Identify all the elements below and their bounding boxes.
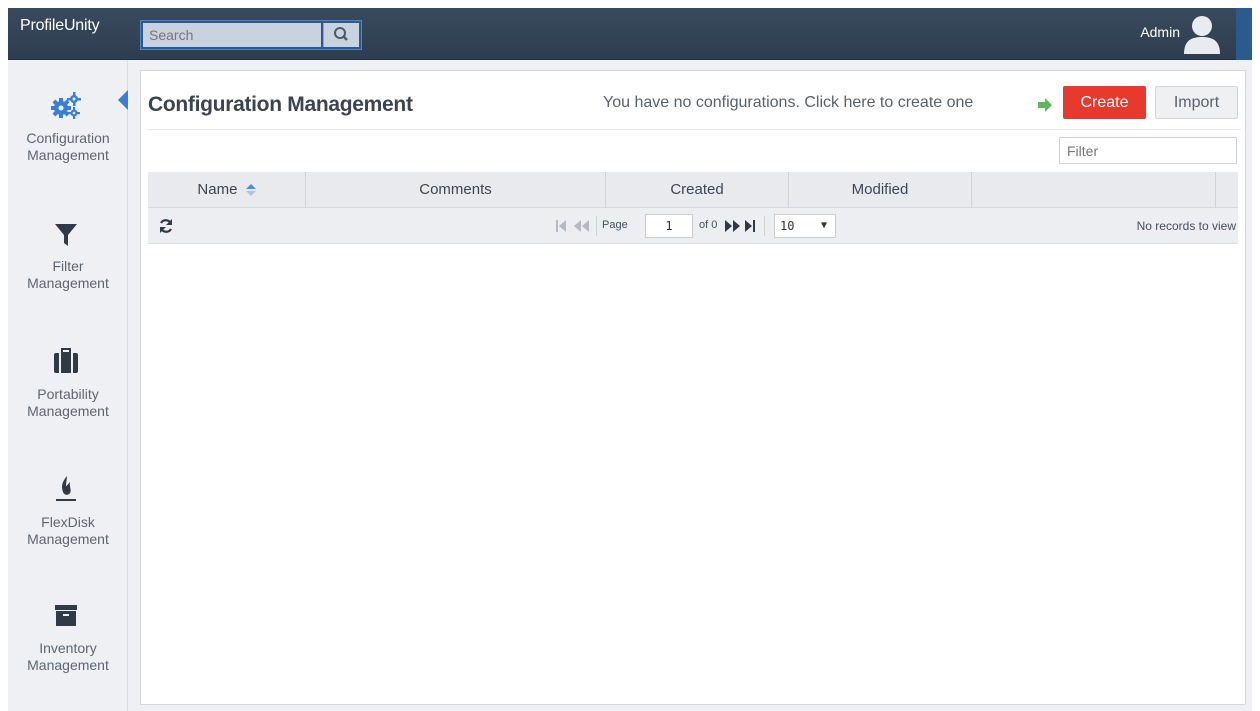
rows-per-page-select[interactable]: 10 ▼: [774, 214, 836, 238]
search-button[interactable]: [323, 23, 359, 47]
sidebar-item-inventory[interactable]: Inventory Management: [8, 594, 128, 704]
sidebar-item-label: FlexDisk: [41, 514, 95, 530]
sidebar-item-label: Management: [27, 147, 109, 163]
suitcase-icon: [54, 348, 78, 373]
top-bar: ProfileUnity Admin: [8, 8, 1252, 60]
sidebar-item-filter[interactable]: Filter Management: [8, 212, 128, 322]
brand-logo[interactable]: ProfileUnity: [8, 8, 128, 46]
create-hint-link[interactable]: You have no configurations. Click here t…: [603, 94, 973, 112]
divider: [147, 129, 1241, 130]
previous-page-icon[interactable]: [573, 219, 591, 233]
filter-icon: [55, 224, 77, 246]
sidebar-item-label: Filter: [52, 258, 84, 274]
top-bar-edge: [1236, 8, 1252, 60]
dropdown-caret-icon: ▼: [820, 220, 827, 231]
records-status: No records to view: [1136, 219, 1236, 233]
sidebar-item-label: Management: [27, 531, 109, 547]
grid-pager: Page of 0 10 ▼ No records to view: [148, 208, 1238, 244]
search-box: [140, 20, 362, 50]
sidebar-item-label: Management: [27, 403, 109, 419]
page-number-input[interactable]: [645, 214, 693, 238]
page-title: Configuration Management: [148, 93, 413, 116]
sidebar-item-flexdisk[interactable]: FlexDisk Management: [8, 468, 128, 578]
main-panel: Configuration Management You have no con…: [140, 70, 1246, 705]
pager-separator: [764, 216, 765, 236]
sidebar-item-label: Inventory: [39, 640, 97, 656]
refresh-icon[interactable]: [158, 218, 174, 234]
app-frame: ProfileUnity Admin: [8, 8, 1252, 711]
sidebar-item-label: Management: [27, 657, 109, 673]
sidebar-item-label: Configuration: [26, 130, 110, 146]
create-button[interactable]: Create: [1063, 86, 1146, 119]
column-header-actions: [972, 172, 1216, 208]
page-count: of 0: [699, 219, 718, 231]
sidebar-item-portability[interactable]: Portability Management: [8, 340, 128, 450]
rows-per-page-value: 10: [780, 219, 795, 233]
column-header-modified[interactable]: Modified: [789, 172, 972, 208]
sidebar-item-label: Management: [27, 275, 109, 291]
column-header-label: Name: [197, 181, 238, 198]
user-name[interactable]: Admin: [1140, 24, 1180, 40]
avatar[interactable]: [1180, 12, 1224, 56]
column-header-created[interactable]: Created: [606, 172, 789, 208]
page-label: Page: [602, 219, 628, 231]
search-icon: [334, 27, 348, 41]
grid-header: Name Comments Created Modified: [148, 172, 1238, 208]
column-header-name[interactable]: Name: [148, 172, 306, 208]
flexdisk-icon: [56, 476, 76, 501]
arrow-right-icon: [1038, 98, 1052, 112]
filter-input[interactable]: [1059, 137, 1237, 164]
sidebar-item-configuration[interactable]: Configuration Management: [8, 84, 128, 194]
sidebar: Configuration Management Filter Manageme…: [8, 60, 128, 711]
sidebar-item-label: Portability: [37, 386, 99, 402]
gears-icon: [51, 92, 81, 119]
last-page-icon[interactable]: [744, 219, 756, 233]
user-avatar-icon: [1184, 16, 1220, 54]
archive-icon: [55, 605, 77, 626]
column-header-comments[interactable]: Comments: [306, 172, 606, 208]
next-page-icon[interactable]: [724, 219, 742, 233]
search-input[interactable]: [143, 23, 321, 47]
pager-separator: [596, 216, 597, 236]
first-page-icon[interactable]: [555, 219, 567, 233]
sort-icon: [245, 184, 256, 197]
import-button[interactable]: Import: [1155, 86, 1238, 119]
